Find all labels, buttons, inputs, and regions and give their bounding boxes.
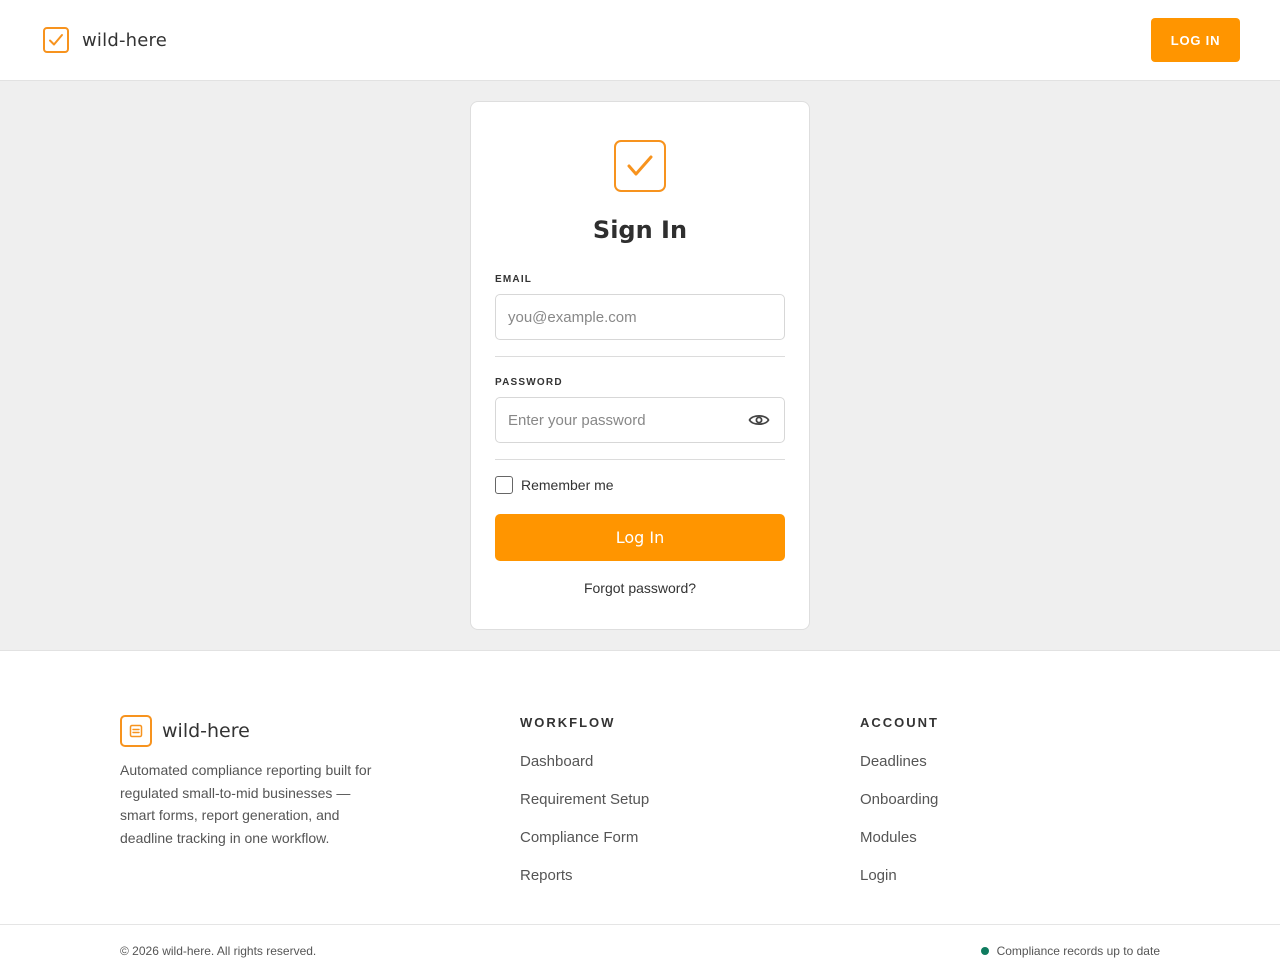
footer-brand-name: wild-here xyxy=(162,720,250,742)
footer-link-login[interactable]: Login xyxy=(860,867,939,884)
remember-me[interactable]: Remember me xyxy=(495,476,614,494)
password-field-wrapper xyxy=(495,397,785,443)
compliance-status-text: Compliance records up to date xyxy=(996,944,1160,958)
compliance-status: Compliance records up to date xyxy=(980,944,1160,958)
email-field[interactable] xyxy=(496,295,784,339)
email-field-wrapper xyxy=(495,294,785,340)
footer-link-requirement-setup[interactable]: Requirement Setup xyxy=(520,791,649,808)
footer-link-onboarding[interactable]: Onboarding xyxy=(860,791,939,808)
forgot-password-link[interactable]: Forgot password? xyxy=(471,580,809,596)
divider xyxy=(495,459,785,460)
divider xyxy=(495,356,785,357)
footer-column-account: ACCOUNT Deadlines Onboarding Modules Log… xyxy=(860,715,939,884)
footer-link-deadlines[interactable]: Deadlines xyxy=(860,753,939,770)
footer-brand[interactable]: wild-here xyxy=(120,715,250,747)
footer-description: Automated compliance reporting built for… xyxy=(120,762,372,846)
brand-link[interactable]: wild-here xyxy=(43,27,167,53)
footer: wild-here Automated compliance reporting… xyxy=(0,651,1280,978)
footer-link-dashboard[interactable]: Dashboard xyxy=(520,753,649,770)
footer-link-modules[interactable]: Modules xyxy=(860,829,939,846)
signin-card: Sign In EMAIL PASSWORD Remember me Log I… xyxy=(470,101,810,630)
login-submit-button[interactable]: Log In xyxy=(495,514,785,561)
footer-divider xyxy=(0,924,1280,925)
email-label: EMAIL xyxy=(495,274,533,285)
footer-column-workflow: WORKFLOW Dashboard Requirement Setup Com… xyxy=(520,715,649,884)
top-navbar: wild-here LOG IN xyxy=(0,0,1280,81)
checkbox-check-icon xyxy=(614,140,666,192)
brand-name: wild-here xyxy=(82,29,168,51)
footer-column-title: ACCOUNT xyxy=(860,715,939,730)
remember-me-label: Remember me xyxy=(521,477,614,493)
header-login-button[interactable]: LOG IN xyxy=(1151,18,1240,62)
password-label: PASSWORD xyxy=(495,377,563,388)
main-content: Sign In EMAIL PASSWORD Remember me Log I… xyxy=(0,81,1280,651)
footer-column-title: WORKFLOW xyxy=(520,715,616,730)
remember-me-checkbox[interactable] xyxy=(495,476,513,494)
document-icon xyxy=(120,715,152,747)
password-field[interactable] xyxy=(496,398,784,442)
footer-link-reports[interactable]: Reports xyxy=(520,867,649,884)
eye-icon[interactable] xyxy=(748,411,770,429)
status-dot-icon xyxy=(980,947,989,955)
copyright-text: © 2026 wild-here. All rights reserved. xyxy=(120,944,317,958)
checkbox-check-icon xyxy=(43,27,69,53)
signin-title: Sign In xyxy=(592,216,688,244)
footer-link-compliance-form[interactable]: Compliance Form xyxy=(520,829,649,846)
